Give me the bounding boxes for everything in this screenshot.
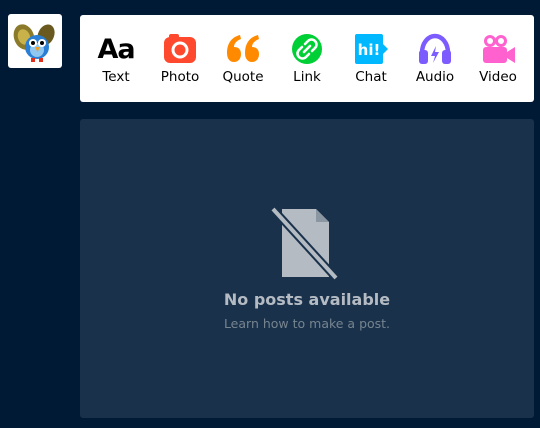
post-type-video[interactable]: Video	[479, 15, 517, 102]
video-camera-icon	[480, 31, 516, 67]
dashboard-page: Aa Text Photo Quote Link hi! Chat Audio …	[0, 0, 540, 428]
link-icon	[289, 31, 325, 67]
post-type-label: Video	[479, 69, 517, 85]
post-type-label: Quote	[222, 69, 264, 85]
post-type-label: Photo	[160, 69, 200, 85]
post-type-label: Chat	[355, 69, 387, 85]
post-composer: Aa Text Photo Quote Link hi! Chat Audio …	[80, 15, 534, 102]
learn-how-link[interactable]: Learn how to make a post.	[80, 316, 534, 331]
post-type-link[interactable]: Link	[288, 15, 326, 102]
camera-icon	[162, 31, 198, 67]
post-type-text[interactable]: Aa Text	[97, 15, 135, 102]
post-type-photo[interactable]: Photo	[161, 15, 199, 102]
empty-state-title: No posts available	[223, 290, 391, 309]
avatar[interactable]	[8, 14, 62, 68]
post-type-label: Audio	[415, 69, 455, 85]
no-document-icon	[270, 206, 339, 281]
text-icon: Aa	[97, 33, 135, 65]
headphones-icon	[417, 31, 453, 67]
post-type-label: Text	[102, 69, 130, 85]
post-type-chat[interactable]: hi! Chat	[352, 15, 390, 102]
avatar-bird-icon	[13, 24, 55, 62]
svg-text:hi!: hi!	[358, 41, 381, 59]
post-type-quote[interactable]: Quote	[222, 15, 264, 102]
posts-panel: No posts available Learn how to make a p…	[80, 119, 534, 418]
post-type-audio[interactable]: Audio	[416, 15, 454, 102]
post-type-label: Link	[293, 69, 321, 85]
chat-icon: hi!	[353, 31, 389, 67]
quote-icon	[225, 31, 261, 67]
